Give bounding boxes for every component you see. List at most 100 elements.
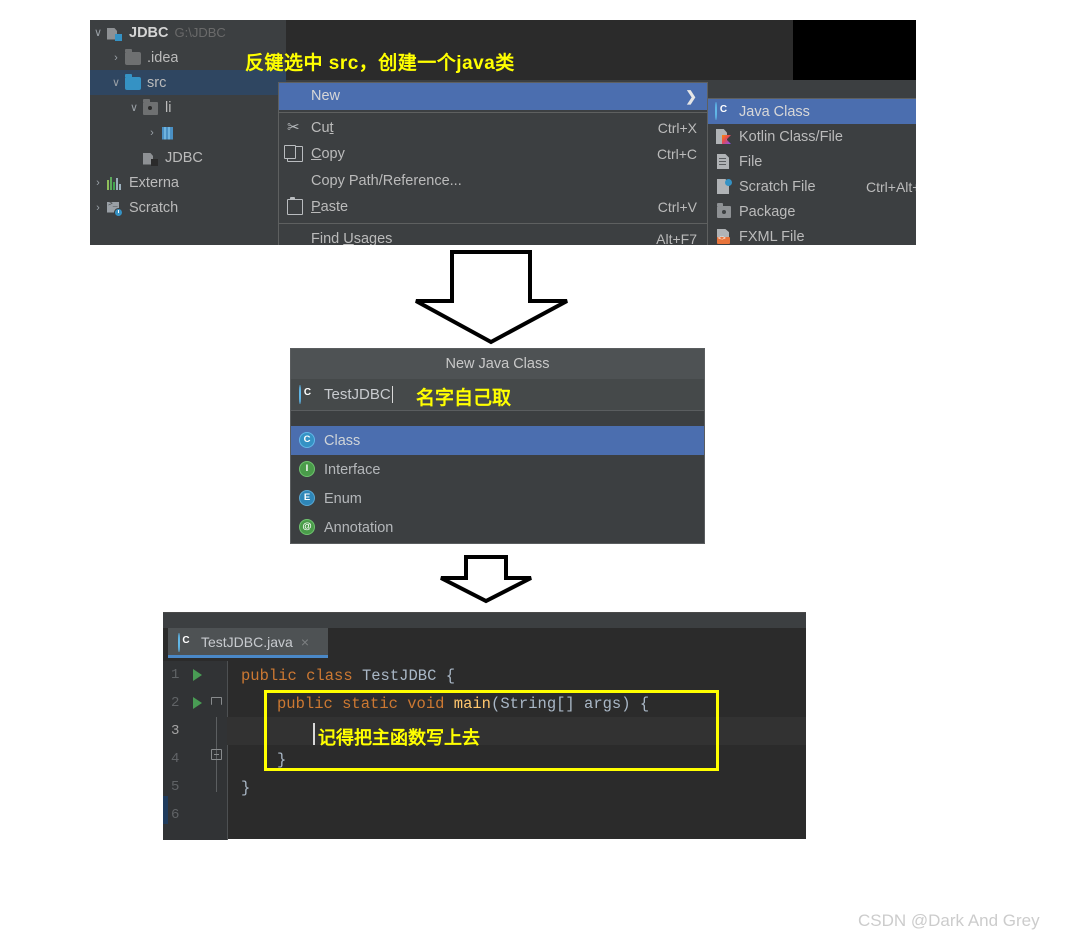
file-icon [715, 153, 732, 170]
chevron-right-icon: ❯ [685, 87, 697, 104]
editor-tab-label: TestJDBC.java [201, 633, 293, 650]
menu-item-label: Copy Path/Reference... [311, 172, 462, 189]
flow-arrow-2 [440, 555, 532, 604]
folder-icon [124, 48, 142, 66]
chevron-right-icon[interactable]: › [90, 177, 106, 189]
module-icon [142, 150, 160, 166]
run-class-icon[interactable] [193, 669, 202, 681]
tree-node-external-libraries[interactable]: › Externa [90, 170, 286, 195]
menu-item-new[interactable]: New ❯ [279, 83, 707, 110]
folder-blue-icon [124, 73, 142, 91]
tree-node-label: src [147, 74, 167, 91]
interface-icon: I [299, 461, 316, 478]
submenu-item-label: FXML File [739, 228, 805, 245]
new-java-class-dialog[interactable]: New Java Class TestJDBC 名字自己取 C Class I … [290, 348, 705, 544]
tree-node-label: .idea [147, 49, 179, 66]
submenu-item-kotlin-class-file[interactable]: Kotlin Class/File [708, 124, 916, 149]
submenu-item-fxml-file[interactable]: FXML File [708, 224, 916, 245]
package-icon [715, 203, 732, 220]
line-number: 3 [171, 723, 180, 739]
submenu-item-scratch-file[interactable]: Scratch File Ctrl+Alt+Shift+Inser [708, 174, 916, 199]
dialog-gap [291, 411, 704, 426]
editor-tab-strip [163, 613, 806, 628]
tree-node-lib[interactable]: ∨ li [90, 95, 286, 120]
submenu-item-accelerator: Ctrl+Alt+Shift+Inser [866, 178, 916, 195]
annotation-select-src: 反键选中 src，创建一个java类 [245, 53, 515, 74]
vcs-change-marker [163, 796, 168, 824]
submenu-item-label: Kotlin Class/File [739, 128, 843, 145]
menu-item-find-usages[interactable]: Find Usages Alt+F7 [279, 226, 707, 245]
cut-icon [287, 118, 303, 136]
fxml-icon [715, 228, 732, 245]
tree-node-label: JDBC [129, 24, 169, 41]
submenu-item-package[interactable]: Package [708, 199, 916, 224]
menu-item-label: Cut [311, 119, 334, 136]
java-class-icon [299, 385, 316, 404]
menu-item-cut[interactable]: Cut Ctrl+X [279, 115, 707, 142]
class-name-input[interactable]: TestJDBC 名字自己取 [291, 379, 704, 411]
kotlin-icon [715, 128, 732, 145]
tree-node-label: Externa [129, 174, 179, 191]
menu-item-accelerator: Ctrl+V [657, 199, 697, 216]
module-icon [106, 25, 124, 41]
submenu-item-label: Scratch File [739, 178, 816, 195]
annotation-write-main-method: 记得把主函数写上去 [318, 728, 480, 748]
chevron-down-icon[interactable]: ∨ [126, 101, 142, 114]
scratch-icon [106, 200, 124, 217]
dialog-title: New Java Class [291, 349, 704, 379]
dialog-option-annotation[interactable]: @ Annotation [291, 513, 704, 542]
dialog-option-interface[interactable]: I Interface [291, 455, 704, 484]
paste-icon [287, 197, 303, 215]
flow-arrow-1 [415, 250, 568, 345]
editor-gutter[interactable]: 1 2 3 4 5 6 [163, 661, 227, 840]
menu-item-paste[interactable]: Paste Ctrl+V [279, 194, 707, 221]
tree-node-jdbc-iml[interactable]: JDBC [90, 145, 286, 170]
close-icon[interactable]: × [301, 634, 309, 650]
line-number: 1 [171, 667, 180, 683]
tree-node-jdbc[interactable]: ∨ JDBC G:\JDBC [90, 20, 286, 45]
menu-item-copy[interactable]: Copy Ctrl+C [279, 141, 707, 168]
annotation-choose-name: 名字自己取 [416, 388, 512, 409]
tree-node-path: G:\JDBC [174, 25, 226, 40]
run-main-icon[interactable] [193, 697, 202, 709]
annotation-icon: @ [299, 519, 316, 536]
java-class-icon [715, 102, 732, 120]
menu-item-accelerator: Ctrl+C [656, 146, 697, 163]
dialog-option-class[interactable]: C Class [291, 426, 704, 455]
menu-item-copy-path-reference[interactable]: Copy Path/Reference... [279, 168, 707, 195]
menu-item-accelerator: Ctrl+X [657, 119, 697, 136]
chevron-right-icon[interactable]: › [108, 52, 124, 64]
menu-separator [279, 111, 707, 113]
chevron-right-icon[interactable]: › [90, 202, 106, 214]
code-line-5: } [241, 779, 251, 797]
chevron-down-icon[interactable]: ∨ [90, 26, 106, 39]
tree-node-scratches[interactable]: › Scratch [90, 195, 286, 220]
editor-tab-testjdbc[interactable]: TestJDBC.java × [168, 628, 328, 658]
tree-node-label: JDBC [165, 149, 203, 166]
submenu-item-file[interactable]: File [708, 149, 916, 174]
new-submenu[interactable]: Java Class Kotlin Class/File File Scratc… [707, 98, 916, 245]
fold-marker-open[interactable] [211, 697, 222, 705]
dialog-option-enum[interactable]: E Enum [291, 484, 704, 513]
copy-icon [284, 145, 303, 162]
watermark: CSDN @Dark And Grey [858, 911, 1040, 930]
enum-icon: E [299, 490, 316, 507]
menu-item-label: Find Usages [311, 230, 393, 245]
menu-item-accelerator: Alt+F7 [656, 230, 697, 245]
chevron-right-icon[interactable]: › [144, 127, 160, 139]
menu-item-label: New [311, 88, 341, 105]
class-icon: C [299, 432, 316, 449]
code-editor-section: TestJDBC.java × 1 2 3 4 5 6 public class… [163, 612, 806, 840]
tree-node-jar[interactable]: › [90, 120, 286, 145]
submenu-item-label: File [739, 153, 763, 170]
dialog-option-label: Enum [324, 490, 362, 507]
jar-icon [160, 125, 178, 141]
chevron-down-icon[interactable]: ∨ [108, 76, 124, 89]
menu-item-label: Copy [311, 146, 345, 163]
submenu-item-java-class[interactable]: Java Class [708, 99, 916, 124]
java-class-icon [178, 632, 194, 652]
text-caret [313, 723, 315, 745]
fold-marker-close[interactable] [211, 749, 222, 760]
ide-screenshot-section: ∨ JDBC G:\JDBC › .idea ∨ src ∨ li › JDBC… [90, 20, 916, 245]
context-menu[interactable]: New ❯ Cut Ctrl+X Copy Ctrl+C Copy Path/R… [278, 82, 708, 245]
